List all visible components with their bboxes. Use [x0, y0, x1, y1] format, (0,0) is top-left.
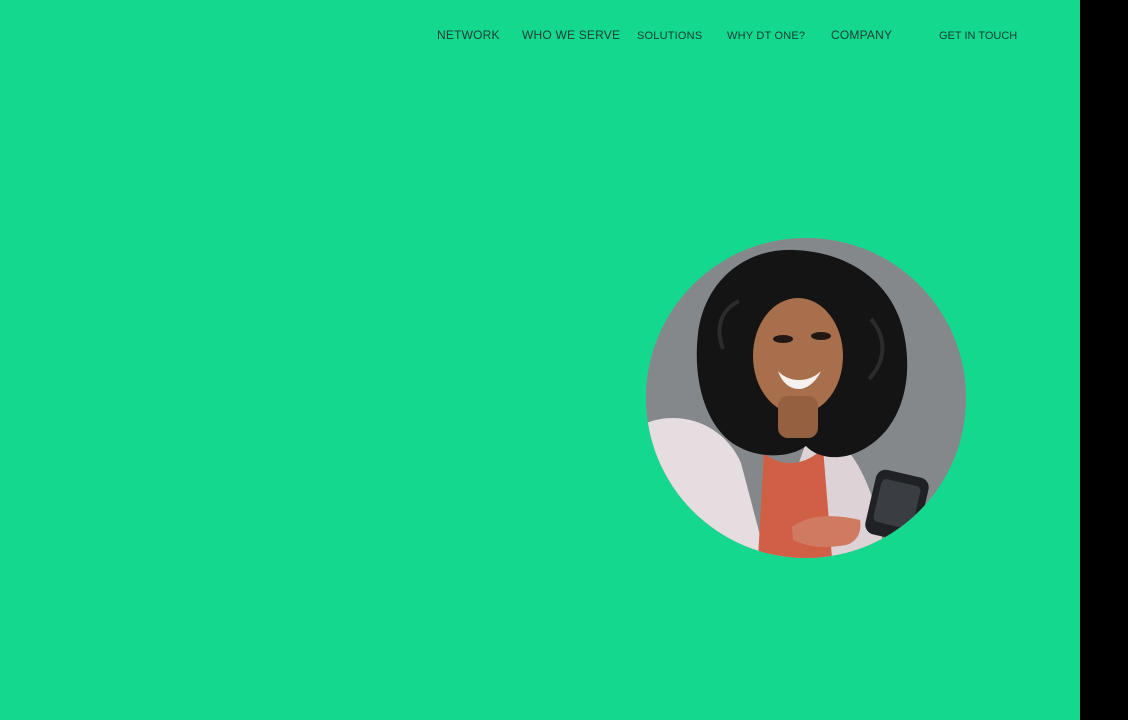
nav-item-network[interactable]: NETWORK [437, 28, 500, 42]
right-eye [811, 332, 831, 340]
nav-item-who-we-serve[interactable]: WHO WE SERVE [522, 28, 620, 42]
get-in-touch-button[interactable]: GET IN TOUCH [939, 30, 1017, 42]
nav-item-why-dt-one[interactable]: WHY DT ONE? [727, 30, 805, 42]
left-eye [773, 335, 793, 343]
page: NETWORK WHO WE SERVE SOLUTIONS WHY DT ON… [0, 0, 1080, 720]
hero-photo-illustration [646, 238, 966, 558]
top-navigation: NETWORK WHO WE SERVE SOLUTIONS WHY DT ON… [0, 28, 1080, 46]
nav-item-company[interactable]: COMPANY [831, 28, 892, 42]
viewport-edge [1080, 0, 1128, 720]
neck [778, 396, 818, 438]
hero-photo [646, 238, 966, 558]
nav-item-solutions[interactable]: SOLUTIONS [637, 30, 702, 42]
